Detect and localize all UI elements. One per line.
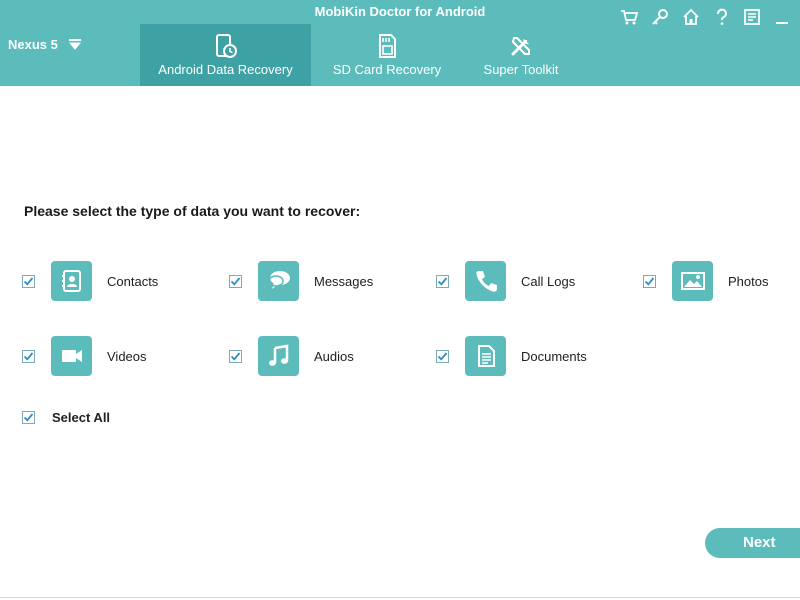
option-audios[interactable]: Audios [229, 335, 354, 377]
checkmark-icon [437, 276, 448, 286]
tab-label: Super Toolkit [483, 62, 559, 77]
tab-label: SD Card Recovery [332, 62, 442, 77]
option-label: Videos [107, 348, 147, 364]
documents-icon [465, 336, 506, 376]
title-bar: MobiKin Doctor for Android Nexus 5 Andro… [0, 0, 800, 86]
option-label: Messages [314, 273, 374, 289]
phone-recovery-icon [215, 34, 237, 58]
checkmark-icon [23, 276, 34, 286]
select-all-checkbox[interactable] [22, 411, 35, 424]
app-title: MobiKin Doctor for Android [314, 4, 486, 19]
checkmark-icon [23, 351, 34, 361]
device-name: Nexus 5 [8, 37, 58, 52]
device-selector[interactable]: Nexus 5 [8, 37, 81, 52]
contacts-icon [51, 261, 92, 301]
checkmark-icon [644, 276, 655, 286]
contacts-checkbox[interactable] [22, 274, 35, 288]
tools-icon [511, 37, 530, 56]
help-icon[interactable] [713, 8, 731, 26]
option-contacts[interactable]: Contacts [22, 260, 158, 302]
checkmark-icon [23, 413, 34, 422]
checkmark-icon [230, 351, 241, 361]
tab-android-data-recovery[interactable]: Android Data Recovery [140, 24, 311, 86]
tab-label: Android Data Recovery [158, 62, 293, 77]
next-button[interactable]: Next [705, 528, 800, 558]
tab-sd-card-recovery[interactable]: SD Card Recovery [320, 24, 454, 86]
page-title: Please select the type of data you want … [24, 203, 361, 219]
home-icon[interactable] [682, 8, 700, 26]
messages-icon [258, 261, 299, 301]
cart-icon[interactable] [620, 8, 639, 26]
option-documents[interactable]: Documents [436, 335, 587, 377]
audios-checkbox[interactable] [229, 349, 242, 363]
option-label: Call Logs [521, 273, 576, 289]
select-all-label: Select All [52, 410, 111, 425]
divider [0, 597, 800, 598]
feedback-icon[interactable] [743, 8, 761, 26]
photos-icon [672, 261, 713, 301]
documents-checkbox[interactable] [436, 349, 449, 363]
select-all-option[interactable]: Select All [22, 410, 110, 425]
videos-icon [51, 336, 92, 376]
option-label: Documents [521, 348, 587, 364]
videos-checkbox[interactable] [22, 349, 35, 363]
tab-super-toolkit[interactable]: Super Toolkit [470, 24, 572, 86]
sd-card-icon [379, 34, 396, 58]
option-videos[interactable]: Videos [22, 335, 147, 377]
option-call-logs[interactable]: Call Logs [436, 260, 575, 302]
key-icon[interactable] [651, 8, 669, 26]
option-label: Contacts [107, 273, 159, 289]
photos-checkbox[interactable] [643, 274, 656, 288]
option-label: Audios [314, 348, 354, 364]
messages-checkbox[interactable] [229, 274, 242, 288]
option-label: Photos [728, 273, 769, 289]
call-logs-icon [465, 261, 506, 301]
call-logs-checkbox[interactable] [436, 274, 449, 288]
option-photos[interactable]: Photos [643, 260, 768, 302]
option-messages[interactable]: Messages [229, 260, 373, 302]
dropdown-caret-icon [68, 39, 81, 50]
checkmark-icon [230, 276, 241, 286]
minimize-icon[interactable] [773, 8, 791, 26]
checkmark-icon [437, 351, 448, 361]
audios-icon [258, 336, 299, 376]
